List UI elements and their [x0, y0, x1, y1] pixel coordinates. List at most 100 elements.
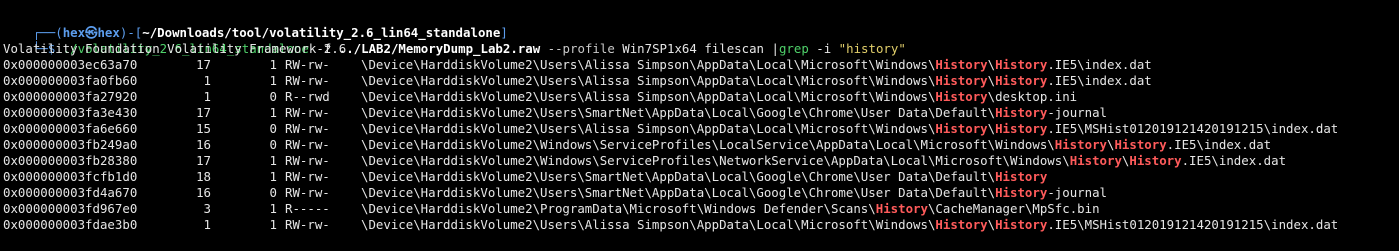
- match-highlight: History: [995, 73, 1048, 88]
- row-access: RW-rw-: [285, 217, 330, 232]
- path-text: \Device\HarddiskVolume2\Users\SmartNet\A…: [361, 169, 996, 184]
- row-offset: 0x000000003fa3e430: [3, 105, 138, 120]
- cmd-grep-flag: -i: [816, 41, 832, 56]
- result-row: 0x000000003fa6e660 15 0 RW-rw- \Device\Hardd…: [3, 121, 1399, 137]
- result-row: 0x000000003fdae3b0 1 1 RW-rw- \Device\Harddi…: [3, 217, 1399, 233]
- prompt-cwd: ~/Downloads/tool/volatility_2.6_lin64_st…: [142, 25, 501, 40]
- prompt-line: ┌──(hex㉿hex)-[~/Downloads/tool/volatilit…: [3, 9, 1399, 40]
- row-ptr-count: 17: [196, 57, 211, 72]
- match-highlight: History: [995, 105, 1048, 120]
- cmd-grep: grep: [778, 41, 809, 56]
- path-text: -journal: [1047, 185, 1107, 200]
- row-offset: 0x000000003fb28380: [3, 153, 138, 168]
- cmd-plugin: filescan: [704, 41, 765, 56]
- row-ptr-count: 1: [203, 89, 211, 104]
- row-offset: 0x000000003fd967e0: [3, 201, 138, 216]
- row-path: \Device\HarddiskVolume2\Users\Alissa Sim…: [361, 89, 1077, 104]
- path-text: \Device\HarddiskVolume2\Users\SmartNet\A…: [361, 185, 996, 200]
- path-text: \Device\HarddiskVolume2\Windows\ServiceP…: [361, 153, 1070, 168]
- terminal-output[interactable]: ┌──(hex㉿hex)-[~/Downloads/tool/volatilit…: [3, 9, 1399, 233]
- path-text: \: [987, 121, 996, 136]
- path-text: .IE5\MSHist012019121420191215\index.dat: [1047, 121, 1339, 136]
- prompt-host: hex: [97, 25, 120, 40]
- match-highlight: History: [935, 73, 988, 88]
- path-text: \Device\HarddiskVolume2\Users\Alissa Sim…: [361, 121, 936, 136]
- row-offset: 0x000000003fb249a0: [3, 137, 138, 152]
- cmd-pipe: |: [771, 41, 779, 56]
- path-text: \Device\HarddiskVolume2\Users\Alissa Sim…: [361, 73, 936, 88]
- prompt-close: ]: [500, 25, 508, 40]
- row-path: \Device\HarddiskVolume2\Users\Alissa Sim…: [361, 57, 1152, 72]
- row-ptr-count: 1: [203, 217, 211, 232]
- path-text: \: [987, 217, 996, 232]
- row-access: RW-rw-: [285, 137, 330, 152]
- match-highlight: History: [1129, 153, 1182, 168]
- row-offset: 0x000000003fcfb1d0: [3, 169, 138, 184]
- row-path: \Device\HarddiskVolume2\Windows\ServiceP…: [361, 137, 1271, 152]
- row-handle-count: 1: [269, 153, 277, 168]
- match-highlight: History: [1054, 137, 1107, 152]
- row-access: RW-rw-: [285, 105, 330, 120]
- path-text: .IE5\index.dat: [1047, 73, 1152, 88]
- row-ptr-count: 17: [196, 153, 211, 168]
- row-ptr-count: 17: [196, 105, 211, 120]
- row-offset: 0x000000003fa6e660: [3, 121, 138, 136]
- path-text: \Device\HarddiskVolume2\Users\Alissa Sim…: [361, 89, 936, 104]
- path-text: .IE5\index.dat: [1047, 57, 1152, 72]
- row-path: \Device\HarddiskVolume2\Users\SmartNet\A…: [361, 169, 1047, 184]
- match-highlight: History: [995, 169, 1048, 184]
- row-handle-count: 0: [269, 185, 277, 200]
- path-text: -journal: [1047, 105, 1107, 120]
- row-access: R--rwd: [285, 89, 330, 104]
- row-access: RW-rw-: [285, 73, 330, 88]
- row-handle-count: 1: [269, 73, 277, 88]
- match-highlight: History: [995, 121, 1048, 136]
- row-access: RW-rw-: [285, 169, 330, 184]
- result-row: 0x000000003fa3e430 17 1 RW-rw- \Device\Hardd…: [3, 105, 1399, 121]
- match-highlight: History: [995, 185, 1048, 200]
- row-handle-count: 1: [269, 169, 277, 184]
- row-handle-count: 1: [269, 201, 277, 216]
- path-text: \: [987, 73, 996, 88]
- match-highlight: History: [875, 201, 928, 216]
- prompt-corner-top: ┌──(: [32, 25, 63, 40]
- row-path: \Device\HarddiskVolume2\Users\Alissa Sim…: [361, 217, 1338, 232]
- result-row: 0x000000003fa0fb60 1 1 RW-rw- \Device\Harddi…: [3, 73, 1399, 89]
- path-text: \CacheManager\MpSfc.bin: [927, 201, 1100, 216]
- row-offset: 0x000000003ec63a70: [3, 57, 138, 72]
- row-handle-count: 1: [269, 105, 277, 120]
- row-access: RW-rw-: [285, 57, 330, 72]
- row-ptr-count: 18: [196, 169, 211, 184]
- result-row: 0x000000003fcfb1d0 18 1 RW-rw- \Device\Hardd…: [3, 169, 1399, 185]
- row-ptr-count: 3: [203, 201, 211, 216]
- prompt-user: hex: [62, 25, 86, 40]
- match-highlight: History: [935, 57, 988, 72]
- prompt-at-symbol: ㉿: [85, 25, 98, 40]
- prompt-separator: )-[: [119, 25, 143, 40]
- row-path: \Device\HarddiskVolume2\Users\SmartNet\A…: [361, 105, 1107, 120]
- row-path: \Device\HarddiskVolume2\Users\Alissa Sim…: [361, 121, 1338, 136]
- result-row: 0x000000003fd4a670 16 0 RW-rw- \Device\Hardd…: [3, 185, 1399, 201]
- match-highlight: History: [935, 89, 988, 104]
- match-highlight: History: [935, 121, 988, 136]
- row-offset: 0x000000003fa27920: [3, 89, 138, 104]
- match-highlight: History: [935, 217, 988, 232]
- path-text: \Device\HarddiskVolume2\Windows\ServiceP…: [361, 137, 1055, 152]
- row-path: \Device\HarddiskVolume2\Users\SmartNet\A…: [361, 185, 1107, 200]
- path-text: \desktop.ini: [987, 89, 1078, 104]
- row-handle-count: 1: [269, 57, 277, 72]
- row-access: R-----: [285, 201, 330, 216]
- row-access: RW-rw-: [285, 121, 330, 136]
- path-text: .IE5\index.dat: [1181, 153, 1287, 168]
- result-row: 0x000000003ec63a70 17 1 RW-rw- \Device\Hardd…: [3, 57, 1399, 73]
- row-ptr-count: 1: [203, 73, 211, 88]
- result-row: 0x000000003fd967e0 3 1 R----- \Device\Harddi…: [3, 201, 1399, 217]
- row-path: \Device\HarddiskVolume2\Users\Alissa Sim…: [361, 73, 1152, 88]
- row-handle-count: 0: [269, 121, 277, 136]
- path-text: \Device\HarddiskVolume2\ProgramData\Micr…: [361, 201, 876, 216]
- row-path: \Device\HarddiskVolume2\ProgramData\Micr…: [361, 201, 1100, 216]
- path-text: .IE5\MSHist012019121420191215\index.dat: [1047, 217, 1339, 232]
- row-offset: 0x000000003fa0fb60: [3, 73, 138, 88]
- row-offset: 0x000000003fdae3b0: [3, 217, 138, 232]
- row-access: RW-rw-: [285, 185, 330, 200]
